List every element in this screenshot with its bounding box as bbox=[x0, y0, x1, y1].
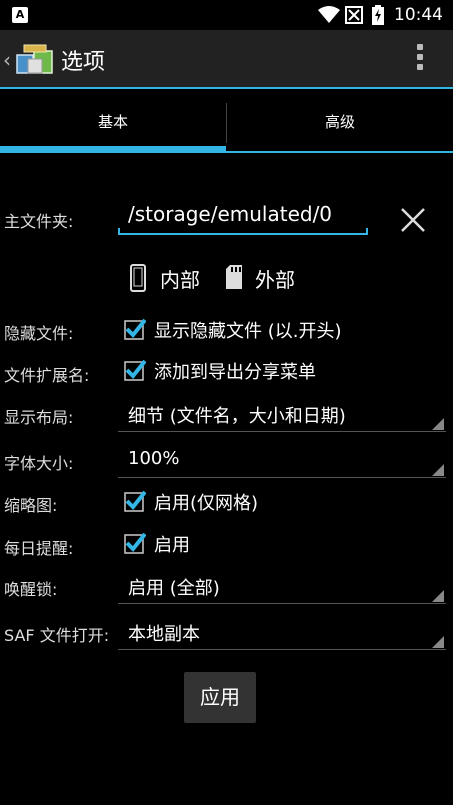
spinner-arrow-icon bbox=[432, 636, 444, 648]
spinner-arrow-icon bbox=[432, 464, 444, 476]
thumbnails-checkbox-label: 启用(仅网格) bbox=[154, 493, 259, 514]
checkbox-checked-icon bbox=[124, 318, 146, 340]
external-storage-label: 外部 bbox=[255, 268, 295, 292]
main-folder-underline bbox=[118, 228, 368, 235]
tab-advanced[interactable]: 高级 bbox=[227, 89, 453, 155]
apply-button[interactable]: 应用 bbox=[184, 672, 256, 723]
daily-reminder-checkbox-label: 启用 bbox=[154, 535, 190, 556]
status-bar: A 10:44 bbox=[0, 0, 453, 30]
spinner-arrow-icon bbox=[432, 418, 444, 430]
display-layout-spinner[interactable]: 细节 (文件名，大小和日期) bbox=[118, 394, 446, 432]
checkbox-checked-icon bbox=[124, 532, 146, 554]
saf-open-spinner[interactable]: 本地副本 bbox=[118, 612, 446, 650]
hidden-files-label: 隐藏文件: bbox=[4, 324, 74, 343]
font-size-value: 100% bbox=[128, 448, 180, 469]
file-extension-checkbox-label: 添加到导出分享菜单 bbox=[154, 362, 316, 383]
back-chevron-icon[interactable]: ‹ bbox=[3, 48, 11, 72]
main-folder-label: 主文件夹: bbox=[4, 212, 74, 231]
checkbox-checked-icon bbox=[124, 359, 146, 381]
action-bar: ‹ 选项 bbox=[0, 30, 453, 88]
thumbnails-label: 缩略图: bbox=[4, 496, 58, 515]
font-size-spinner[interactable]: 100% bbox=[118, 440, 446, 478]
tab-selected-indicator bbox=[0, 146, 226, 153]
saf-open-label: SAF 文件打开: bbox=[4, 626, 110, 645]
clear-icon[interactable] bbox=[398, 205, 428, 235]
tab-bar: 基本 高级 bbox=[0, 89, 453, 155]
wake-lock-label: 唤醒锁: bbox=[4, 580, 58, 599]
wake-lock-spinner[interactable]: 启用 (全部) bbox=[118, 566, 446, 604]
spinner-arrow-icon bbox=[432, 590, 444, 602]
phone-icon bbox=[130, 264, 146, 292]
clock: 10:44 bbox=[394, 5, 443, 25]
internal-storage-button[interactable]: 内部 bbox=[130, 262, 220, 296]
font-size-label: 字体大小: bbox=[4, 454, 74, 473]
checkbox-checked-icon bbox=[124, 490, 146, 512]
display-layout-label: 显示布局: bbox=[4, 408, 74, 427]
sd-card-icon bbox=[226, 265, 242, 289]
app-logo-icon[interactable] bbox=[14, 41, 56, 79]
main-folder-input[interactable]: /storage/emulated/0 bbox=[118, 202, 368, 236]
internal-storage-label: 内部 bbox=[160, 268, 200, 292]
battery-charging-icon bbox=[372, 5, 384, 25]
wake-lock-value: 启用 (全部) bbox=[128, 578, 220, 599]
no-signal-icon bbox=[345, 6, 363, 24]
page-title: 选项 bbox=[61, 50, 106, 75]
saf-open-value: 本地副本 bbox=[128, 624, 200, 645]
wifi-icon bbox=[318, 6, 340, 23]
overflow-menu-icon[interactable] bbox=[417, 44, 425, 74]
app-notification-icon: A bbox=[12, 7, 28, 23]
display-layout-value: 细节 (文件名，大小和日期) bbox=[128, 406, 346, 427]
external-storage-button[interactable]: 外部 bbox=[225, 262, 315, 296]
daily-reminder-label: 每日提醒: bbox=[4, 539, 74, 558]
hidden-files-checkbox-label: 显示隐藏文件 (以.开头) bbox=[154, 321, 342, 342]
file-extension-label: 文件扩展名: bbox=[4, 366, 90, 385]
